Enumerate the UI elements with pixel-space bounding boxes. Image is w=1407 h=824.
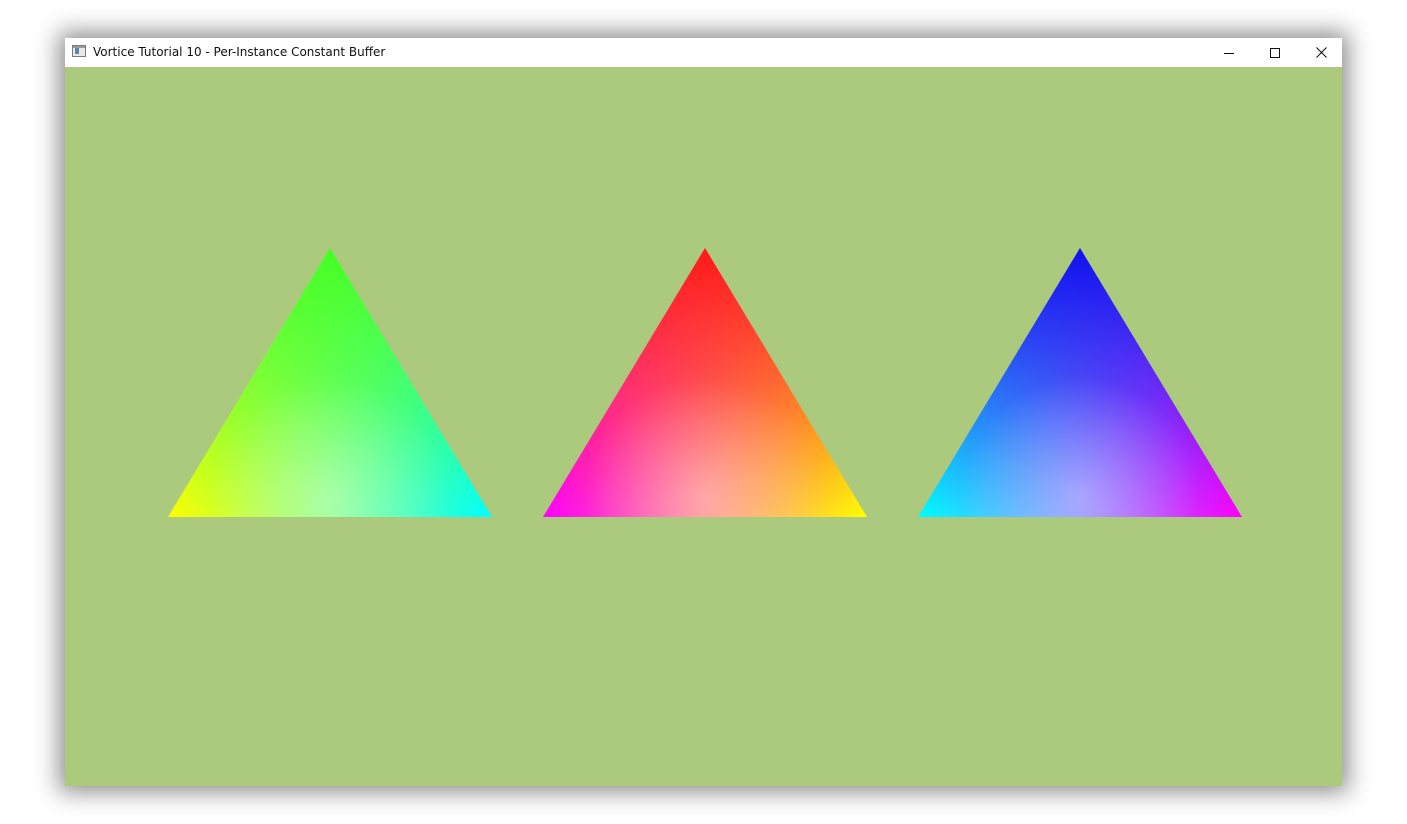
scene-canvas bbox=[65, 67, 1342, 786]
maximize-button[interactable] bbox=[1252, 38, 1298, 67]
app-window-icon bbox=[72, 45, 86, 57]
app-window: Vortice Tutorial 10 - Per-Instance Const… bbox=[65, 38, 1342, 786]
title-bar[interactable]: Vortice Tutorial 10 - Per-Instance Const… bbox=[65, 38, 1342, 67]
close-icon bbox=[1315, 47, 1327, 58]
minimize-button[interactable] bbox=[1206, 38, 1252, 67]
close-button[interactable] bbox=[1298, 38, 1344, 67]
window-title: Vortice Tutorial 10 - Per-Instance Const… bbox=[93, 45, 386, 59]
render-viewport[interactable] bbox=[65, 67, 1342, 786]
minimize-icon bbox=[1224, 52, 1234, 54]
maximize-icon bbox=[1270, 47, 1280, 58]
